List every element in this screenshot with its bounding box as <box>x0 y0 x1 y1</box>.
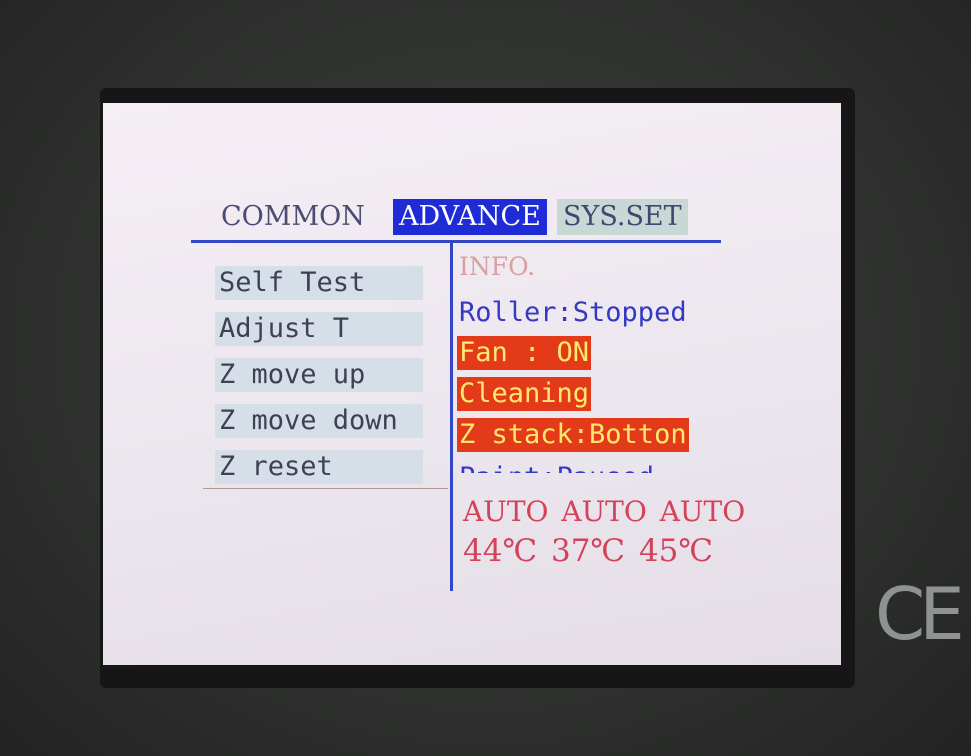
temperature-modes: AUTO AUTO AUTO <box>463 495 746 528</box>
tab-common[interactable]: COMMON <box>215 199 371 235</box>
menu-item-self-test[interactable]: Self Test <box>215 266 423 300</box>
menu-item-z-reset[interactable]: Z reset <box>215 450 423 484</box>
lcd-screen: COMMON ADVANCE SYS.SET Self Test Adjust … <box>103 103 841 665</box>
info-z-stack-status: Z stack:Botton <box>457 418 689 452</box>
menu-item-z-move-up[interactable]: Z move up <box>215 358 423 392</box>
info-title: INFO. <box>459 252 536 281</box>
panel-divider <box>450 243 453 591</box>
temperature-values: 44℃ 37℃ 45℃ <box>463 533 714 569</box>
menu-item-z-move-down[interactable]: Z move down <box>215 404 423 438</box>
menu-bottom-rule <box>203 488 448 489</box>
info-cleaning-status: Cleaning <box>457 377 592 411</box>
menu-item-adjust-t[interactable]: Adjust T <box>215 312 423 346</box>
tab-sys-set[interactable]: SYS.SET <box>557 199 688 235</box>
tab-advance[interactable]: ADVANCE <box>393 199 547 235</box>
ce-mark-logo: CE <box>875 572 965 656</box>
info-paint-status: Paint:Paused <box>457 461 656 473</box>
info-fan-status: Fan : ON <box>457 336 592 370</box>
tab-underline <box>191 240 721 243</box>
info-roller-status: Roller:Stopped <box>459 297 687 328</box>
